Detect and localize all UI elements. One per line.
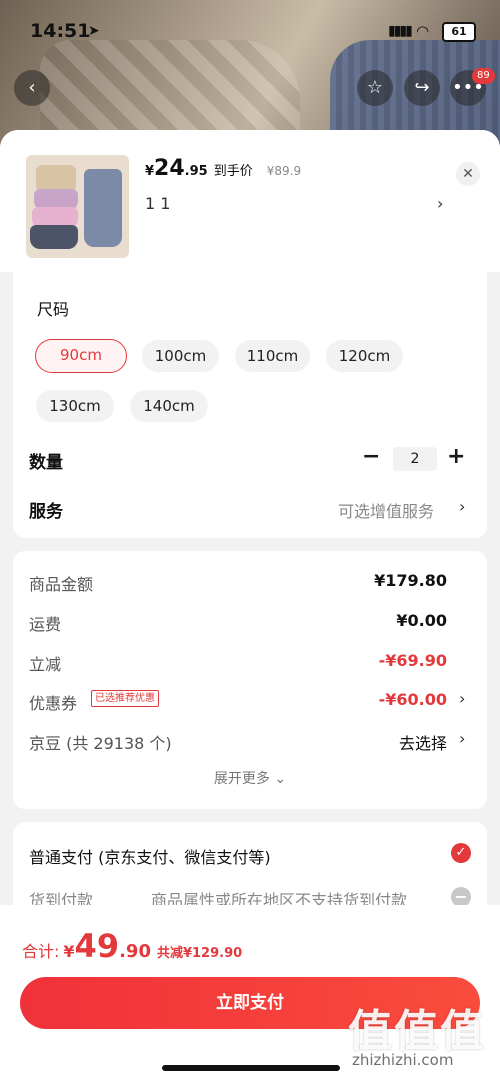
- total-saved: 共减¥129.90: [156, 946, 243, 961]
- jingdou-select[interactable]: 去选择: [399, 730, 447, 754]
- quantity-input[interactable]: 2: [393, 447, 437, 471]
- chevron-right-icon[interactable]: ›: [459, 689, 465, 708]
- coupon-recommended-tag: 已选推荐优惠: [91, 690, 159, 707]
- options-card: 尺码 90cm 100cm 110cm 120cm 130cm 140cm 数量…: [13, 272, 487, 538]
- selected-variant[interactable]: 1 1: [145, 194, 170, 213]
- size-option-110cm[interactable]: 110cm: [235, 340, 310, 372]
- expand-more-button[interactable]: 展开更多 ⌄: [13, 768, 487, 788]
- disabled-minus-icon: −: [451, 887, 471, 907]
- favorite-button[interactable]: ☆: [357, 70, 393, 106]
- coupon-label: 优惠券: [29, 694, 78, 713]
- product-summary: ¥24.95 到手价 ¥89.9 1 1 › ✕: [0, 130, 500, 272]
- quantity-label: 数量: [29, 453, 63, 473]
- instant-discount-label: 立减: [29, 655, 62, 674]
- product-thumbnail: [26, 155, 129, 258]
- instant-discount-value: -¥69.90: [378, 651, 447, 670]
- checkmark-icon[interactable]: ✓: [451, 843, 471, 863]
- service-value[interactable]: 可选增值服务: [338, 498, 434, 522]
- back-button[interactable]: ‹: [14, 70, 50, 106]
- wifi-icon: ◠: [416, 22, 430, 40]
- goods-amount-value: ¥179.80: [374, 571, 447, 590]
- message-count-badge: 89: [472, 68, 495, 84]
- shipping-value: ¥0.00: [396, 611, 447, 630]
- total-amount: 合计: ¥49.90 共减¥129.90: [22, 927, 242, 965]
- coupon-value[interactable]: -¥60.00: [379, 690, 447, 709]
- chevron-left-icon: ‹: [28, 77, 36, 98]
- total-label: 合计:: [22, 942, 60, 961]
- normal-payment-label[interactable]: 普通支付 (京东支付、微信支付等): [29, 844, 271, 868]
- share-icon: ↪: [414, 77, 430, 98]
- close-icon: ✕: [462, 166, 474, 182]
- location-arrow-icon: ➤: [88, 23, 100, 39]
- expand-more-label: 展开更多: [213, 771, 270, 787]
- shipping-label: 运费: [29, 615, 62, 634]
- size-label: 尺码: [37, 300, 70, 319]
- quantity-plus-button[interactable]: +: [447, 444, 465, 469]
- product-price: ¥24.95 到手价 ¥89.9: [145, 156, 301, 181]
- price-summary-card: 商品金额 ¥179.80 运费 ¥0.00 立减 -¥69.90 优惠券 已选推…: [13, 551, 487, 809]
- status-time: 14:51: [30, 20, 91, 42]
- goods-amount-label: 商品金额: [29, 575, 94, 594]
- size-option-130cm[interactable]: 130cm: [36, 390, 114, 422]
- battery-icon: 61: [442, 22, 476, 42]
- size-option-100cm[interactable]: 100cm: [142, 340, 219, 372]
- size-option-90cm[interactable]: 90cm: [35, 339, 127, 373]
- chevron-down-icon: ⌄: [274, 771, 287, 787]
- total-integer: 49: [74, 927, 120, 965]
- close-button[interactable]: ✕: [456, 162, 480, 186]
- chevron-right-icon[interactable]: ›: [459, 729, 465, 748]
- share-button[interactable]: ↪: [404, 70, 440, 106]
- chevron-right-icon[interactable]: ›: [437, 194, 443, 213]
- total-decimal: .90: [119, 941, 151, 962]
- watermark-site: zhizhizhi.com: [352, 1051, 454, 1069]
- quantity-minus-button[interactable]: −: [362, 444, 380, 469]
- home-indicator: [162, 1065, 340, 1071]
- jingdou-label: 京豆 (共 29138 个): [29, 734, 172, 753]
- price-decimal: .95: [184, 164, 208, 179]
- service-label: 服务: [29, 502, 63, 522]
- star-icon: ☆: [366, 77, 384, 98]
- price-integer: 24: [154, 156, 185, 181]
- watermark-text: 值值值: [348, 1006, 486, 1057]
- status-bar: 14:51 ➤ ▮▮▮▮ ◠ 61: [0, 18, 500, 48]
- original-price: ¥89.9: [266, 164, 302, 178]
- price-tag: 到手价: [213, 164, 253, 179]
- watermark-logo: 值值值 zhizhizhi.com: [348, 995, 486, 1069]
- size-option-120cm[interactable]: 120cm: [326, 340, 403, 372]
- total-currency: ¥: [63, 942, 75, 961]
- cellular-signal-icon: ▮▮▮▮: [388, 23, 413, 39]
- price-currency: ¥: [145, 164, 155, 179]
- size-option-140cm[interactable]: 140cm: [130, 390, 208, 422]
- chevron-right-icon[interactable]: ›: [459, 497, 465, 516]
